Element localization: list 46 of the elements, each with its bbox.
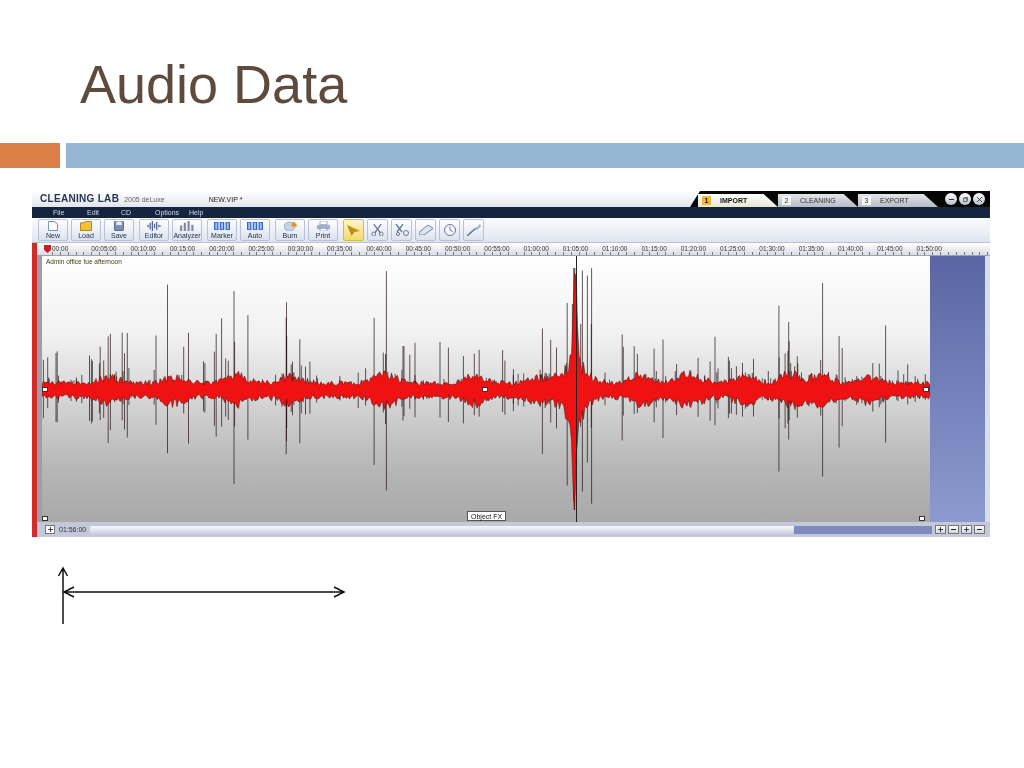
brush-icon bbox=[466, 224, 481, 236]
tool-button[interactable] bbox=[343, 219, 364, 241]
clock-icon bbox=[443, 224, 456, 236]
scrollbar-thumb[interactable] bbox=[90, 525, 795, 534]
folder-icon bbox=[80, 221, 92, 231]
marker-icon bbox=[44, 245, 51, 253]
printer-icon bbox=[316, 221, 330, 231]
handle-icon bbox=[923, 387, 929, 392]
close-button[interactable] bbox=[973, 193, 985, 205]
slide-title: Audio Data bbox=[80, 57, 348, 111]
minus-icon bbox=[951, 529, 956, 530]
pointer-icon bbox=[347, 224, 360, 236]
tool-button[interactable] bbox=[439, 219, 460, 241]
tiles-icon bbox=[214, 221, 230, 231]
handle-icon bbox=[42, 387, 48, 392]
tool-button[interactable] bbox=[367, 219, 388, 241]
minus-icon bbox=[977, 529, 982, 530]
vertical-arrow bbox=[57, 566, 69, 625]
handle-icon bbox=[919, 516, 925, 521]
plus-icon bbox=[938, 527, 943, 532]
waveform-icon bbox=[147, 221, 161, 231]
app-name: CLEANING LAB bbox=[40, 194, 120, 204]
restore-button[interactable] bbox=[959, 193, 971, 205]
bar-chart-icon bbox=[180, 221, 194, 231]
tool-button[interactable] bbox=[391, 219, 412, 241]
plus-icon bbox=[964, 527, 969, 532]
close-icon bbox=[976, 196, 982, 202]
zoom-in-button[interactable] bbox=[935, 525, 946, 534]
minimize-icon bbox=[948, 198, 954, 200]
scissors-icon bbox=[371, 224, 384, 236]
handle-icon bbox=[482, 387, 488, 392]
add-button[interactable] bbox=[45, 525, 55, 534]
zoom-in-button[interactable] bbox=[961, 525, 972, 534]
tool-button[interactable] bbox=[463, 219, 484, 241]
tiles-icon bbox=[247, 221, 263, 231]
pencil-icon bbox=[418, 225, 433, 235]
minimize-button[interactable] bbox=[945, 193, 957, 205]
zoom-out-button[interactable] bbox=[974, 525, 985, 534]
handle-icon bbox=[42, 516, 48, 521]
scissors-icon bbox=[394, 224, 409, 236]
plus-icon bbox=[47, 527, 53, 532]
tool-button[interactable] bbox=[415, 219, 436, 241]
restore-icon bbox=[962, 196, 968, 202]
zoom-out-button[interactable] bbox=[948, 525, 959, 534]
document-icon bbox=[48, 221, 58, 231]
accent-block bbox=[0, 143, 60, 168]
